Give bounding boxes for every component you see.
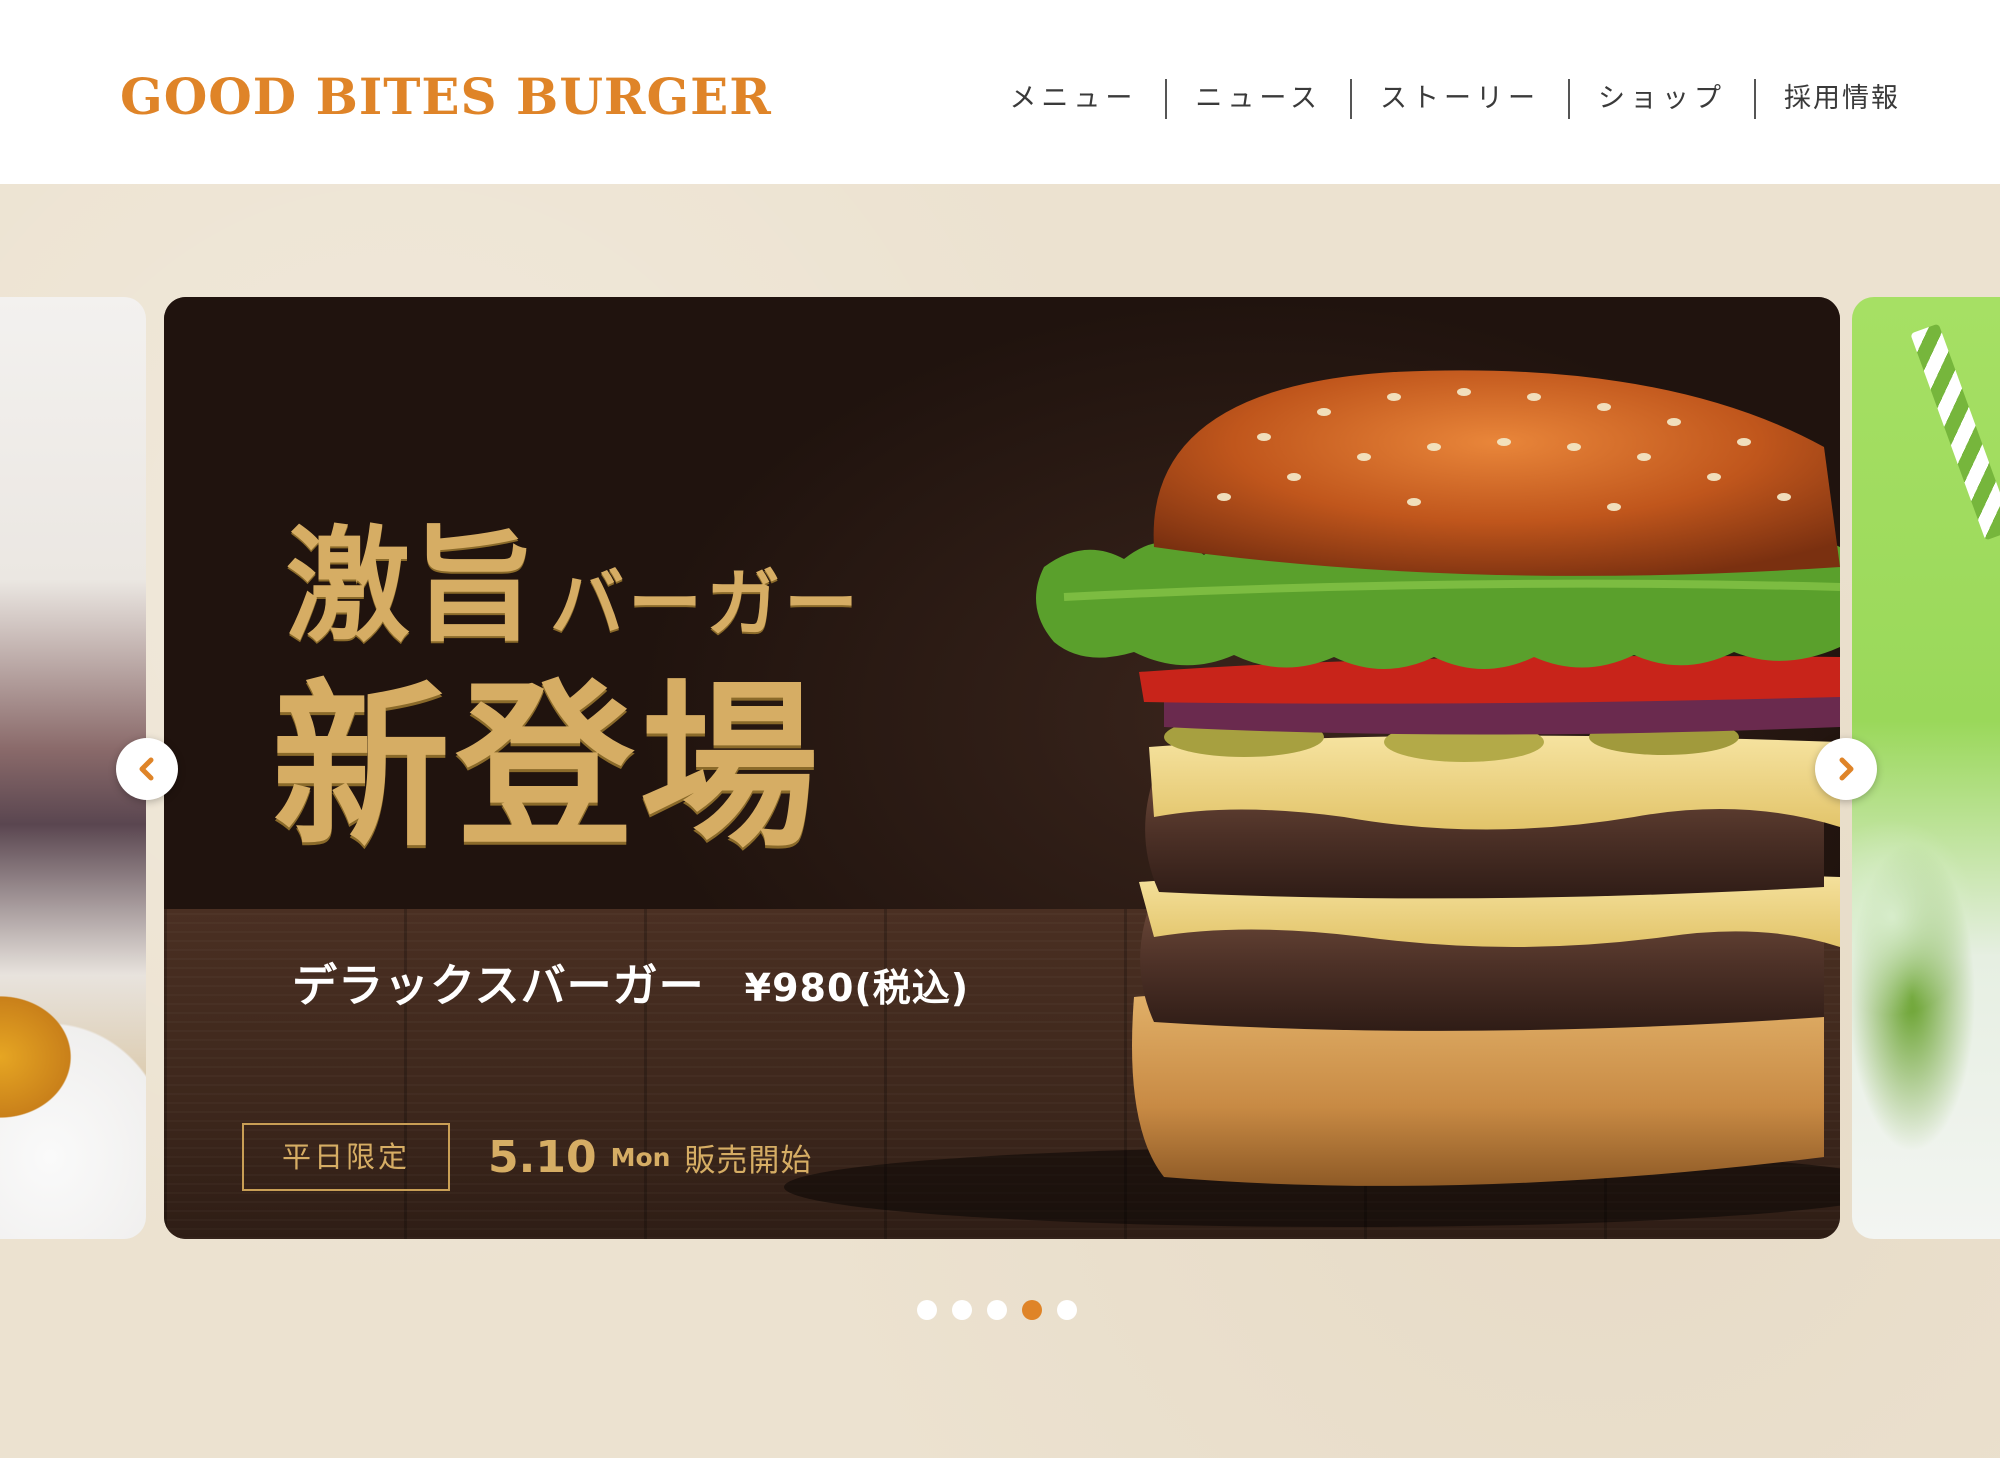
current-slide[interactable]: 激旨 バーガー 新登場 デラックスバーガー ¥980(税込) 平日限定 5.10 M… <box>164 297 1840 1239</box>
carousel-dot[interactable] <box>987 1300 1007 1320</box>
chevron-left-icon <box>139 757 154 781</box>
headline-small: バーガー <box>550 561 863 647</box>
nav-item-news[interactable]: ニュース <box>1167 76 1350 122</box>
product-price: ¥980(税込) <box>744 966 970 1010</box>
headline-top: 激旨 バーガー <box>286 485 862 665</box>
weekday-limited-badge: 平日限定 <box>242 1123 450 1191</box>
brand-logo[interactable]: GOOD BITES BURGER <box>120 62 772 132</box>
chevron-right-icon <box>1839 757 1854 781</box>
carousel-prev-button[interactable] <box>116 738 178 800</box>
carousel-dot[interactable] <box>1022 1300 1042 1320</box>
product-name: デラックスバーガー <box>292 959 705 1012</box>
headline-main: 新登場 <box>272 662 824 871</box>
carousel-dot[interactable] <box>952 1300 972 1320</box>
release-day: Mon <box>610 1142 671 1172</box>
headline-big: 激旨 <box>286 514 539 659</box>
release-date: 5.10 <box>488 1131 597 1183</box>
nav-item-shop[interactable]: ショップ <box>1570 76 1754 122</box>
release-text: 販売開始 <box>684 1142 813 1179</box>
carousel-dot[interactable] <box>917 1300 937 1320</box>
carousel-pagination <box>917 1300 1077 1320</box>
drink-straw-image <box>1910 323 2000 541</box>
product-line: デラックスバーガー ¥980(税込) <box>292 949 969 1014</box>
nav-item-story[interactable]: ストーリー <box>1352 76 1568 122</box>
carousel-next-button[interactable] <box>1815 738 1877 800</box>
carousel-dot[interactable] <box>1057 1300 1077 1320</box>
release-info: 5.10 Mon 販売開始 <box>488 1123 812 1191</box>
site-header: GOOD BITES BURGER メニュー ニュース ストーリー ショップ 採… <box>0 0 2000 184</box>
nav-item-menu[interactable]: メニュー <box>981 76 1165 122</box>
nav-item-recruit[interactable]: 採用情報 <box>1756 76 1900 122</box>
main-nav: メニュー ニュース ストーリー ショップ 採用情報 <box>981 76 1900 122</box>
